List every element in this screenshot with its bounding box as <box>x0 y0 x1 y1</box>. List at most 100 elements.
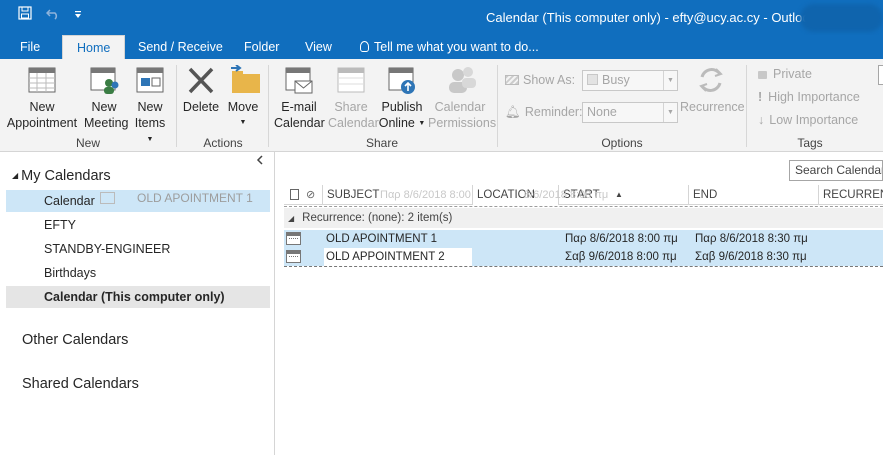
move-button[interactable]: Move ▼ <box>225 64 261 131</box>
new-items-label-2: Items <box>134 116 166 130</box>
column-recurrence[interactable]: RECURRENCE <box>818 185 883 205</box>
share-calendar-button[interactable]: Share Calendar <box>328 65 379 131</box>
group-header-row[interactable]: ◢ Recurrence: (none): 2 item(s) <box>284 208 883 228</box>
group-label-share: Share <box>365 136 399 150</box>
tab-folder[interactable]: Folder <box>244 35 279 59</box>
row-end: Σαβ 9/6/2018 8:30 πμ <box>695 251 807 263</box>
row-subject: OLD APPOINTMENT 2 <box>326 251 445 263</box>
calendar-icon <box>28 65 56 95</box>
busy-swatch-icon <box>587 74 598 85</box>
reminder-combo[interactable]: None ▼ <box>582 102 678 123</box>
email-calendar-label-2: Calendar <box>274 116 325 130</box>
publish-online-button[interactable]: Publish Online ▼ <box>378 65 426 132</box>
drag-preview: OLD APOINTMENT 1 <box>100 188 272 208</box>
new-meeting-label-2: Meeting <box>84 116 129 130</box>
delete-x-icon <box>187 65 215 95</box>
email-calendar-button[interactable]: E-mail Calendar <box>274 65 325 131</box>
move-folder-icon <box>229 64 260 95</box>
publish-online-label-1: Publish <box>381 100 423 114</box>
recurrence-icon <box>696 65 724 95</box>
chevron-down-icon: ▼ <box>663 71 677 90</box>
recurrence-label: Recurrence <box>680 100 745 114</box>
item-type-icon[interactable] <box>290 189 299 200</box>
email-calendar-icon <box>285 65 313 95</box>
tell-me-text: Tell me what you want to do... <box>374 40 539 54</box>
recurrence-button[interactable]: Recurrence <box>680 65 745 115</box>
delete-button[interactable]: Delete <box>181 65 221 115</box>
delete-label: Delete <box>182 100 220 114</box>
account-area <box>800 4 883 32</box>
my-calendars-header[interactable]: ◢ My Calendars <box>12 168 111 184</box>
window-title: Calendar (This computer only) - efty@ucy… <box>486 10 817 25</box>
appointment-icon <box>286 250 301 263</box>
calendar-item-birthdays[interactable]: Birthdays <box>6 262 270 284</box>
publish-online-icon <box>388 65 416 95</box>
private-button[interactable]: Private <box>758 67 812 81</box>
group-label-actions: Actions <box>203 136 243 150</box>
tab-home[interactable]: Home <box>62 35 126 59</box>
title-bar: Calendar (This computer only) - efty@ucy… <box>0 0 883 35</box>
other-calendars-group[interactable]: Other Calendars <box>22 332 128 348</box>
collapse-triangle-icon: ◢ <box>12 171 19 180</box>
attachment-icon[interactable]: ⊘ <box>306 188 315 201</box>
group-header-label: Recurrence: (none): 2 item(s) <box>302 212 453 224</box>
dropdown-arrow-icon: ▼ <box>146 136 154 143</box>
down-arrow-icon: ↓ <box>758 113 765 127</box>
low-importance-label: Low Importance <box>769 113 859 127</box>
drag-header-ghost: Παρ 8/6/2018 8:00 <box>380 189 471 201</box>
drag-guide-line <box>284 206 883 207</box>
customize-icon[interactable] <box>74 7 82 23</box>
group-separator <box>746 65 747 147</box>
group-separator <box>497 65 498 147</box>
tab-view[interactable]: View <box>305 35 332 59</box>
calendar-permissions-label-1: Calendar <box>434 100 486 114</box>
search-calendar-input[interactable]: Search Calendar (Ctrl+E) <box>789 160 883 181</box>
reminder-label-row: 🔔︎ Reminder: <box>505 105 583 120</box>
save-icon[interactable] <box>18 6 32 23</box>
calendar-item-this-computer-only[interactable]: Calendar (This computer only) <box>6 286 270 308</box>
share-calendar-icon <box>337 65 365 95</box>
new-items-button[interactable]: New Items ▼ <box>130 65 170 148</box>
undo-icon[interactable] <box>45 7 60 23</box>
shared-calendars-group[interactable]: Shared Calendars <box>22 376 139 392</box>
row-subject: OLD APOINTMENT 1 <box>326 233 437 245</box>
quick-access-toolbar <box>18 6 82 23</box>
row-start: Παρ 8/6/2018 8:00 πμ <box>565 233 678 245</box>
row-start: Σαβ 9/6/2018 8:00 πμ <box>565 251 677 263</box>
column-end[interactable]: END <box>688 185 818 205</box>
collapse-pane-icon[interactable] <box>256 155 264 168</box>
new-meeting-label-1: New <box>91 100 117 114</box>
column-header-row: ⊘ SUBJECT Παρ 8/6/2018 8:00 LOCATION STA… <box>284 185 883 205</box>
email-calendar-label-1: E-mail <box>281 100 317 114</box>
new-meeting-button[interactable]: New Meeting <box>84 65 129 131</box>
reminder-label: Reminder: <box>524 105 583 119</box>
new-items-icon <box>136 65 164 95</box>
collapse-triangle-icon: ◢ <box>288 214 295 223</box>
calendar-permissions-button[interactable]: Calendar Permissions <box>428 65 496 131</box>
show-as-value: Busy <box>602 73 630 87</box>
share-calendar-label-2: Calendar <box>328 116 379 130</box>
lightbulb-icon <box>360 41 369 52</box>
low-importance-button[interactable]: ↓ Low Importance <box>758 113 858 127</box>
show-as-combo[interactable]: Busy ▼ <box>582 70 678 91</box>
new-appointment-button[interactable]: New Appointment <box>6 65 78 131</box>
tab-send-receive[interactable]: Send / Receive <box>138 35 223 59</box>
drag-header-ghost-2: 8/6/2018 8:00 πμ <box>524 189 609 201</box>
calendar-item-efty[interactable]: EFTY <box>6 214 270 236</box>
table-row[interactable]: OLD APOINTMENT 1 Παρ 8/6/2018 8:00 πμ Πα… <box>284 230 883 248</box>
show-as-label-row: Show As: <box>505 73 575 87</box>
tell-me-box[interactable]: Tell me what you want to do... <box>360 35 539 59</box>
row-end: Παρ 8/6/2018 8:30 πμ <box>695 233 808 245</box>
publish-online-label-2: Online <box>378 116 415 130</box>
folder-pane: ◢ My Calendars Calendar EFTY STANDBY-ENGI… <box>0 152 275 455</box>
high-importance-button[interactable]: ! High Importance <box>758 90 860 104</box>
group-label-new: New <box>75 136 100 150</box>
show-as-icon <box>505 75 519 85</box>
share-calendar-label-1: Share <box>334 100 368 114</box>
tab-file[interactable]: File <box>20 35 40 59</box>
calendar-item-standby-engineer[interactable]: STANDBY-ENGINEER <box>6 238 270 260</box>
table-row[interactable]: OLD APPOINTMENT 2 Σαβ 9/6/2018 8:00 πμ Σ… <box>284 248 883 266</box>
ribbon-overflow-field[interactable] <box>878 65 883 85</box>
reminder-value: None <box>587 105 617 119</box>
my-calendars-label: My Calendars <box>21 168 111 184</box>
